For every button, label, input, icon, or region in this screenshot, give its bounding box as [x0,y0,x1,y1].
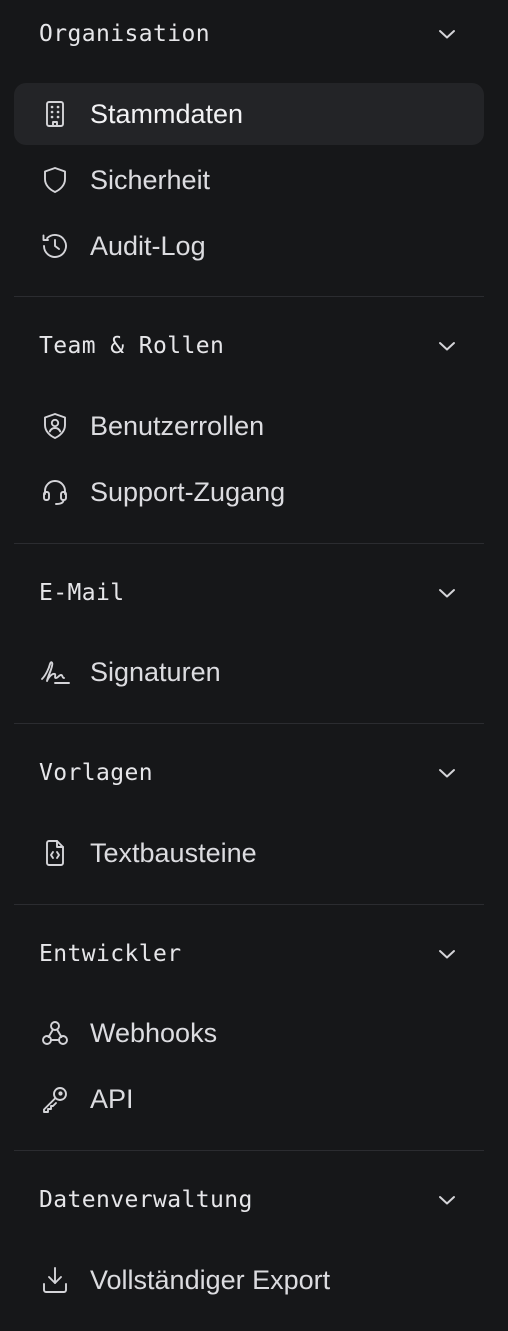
sidebar-item-label: Sicherheit [90,165,211,195]
sidebar-item-audit-log[interactable]: Audit-Log [14,215,484,277]
divider [14,296,484,297]
section-header-organisation[interactable]: Organisation [14,12,484,56]
sidebar-item-vollstaendiger-export[interactable]: Vollständiger Export [14,1249,484,1311]
chevron-down-icon [438,765,456,781]
webhook-icon [39,1017,71,1049]
sidebar-item-textbausteine[interactable]: Textbausteine [14,822,484,884]
sidebar-item-label: Signaturen [90,657,221,687]
key-icon [39,1083,71,1115]
download-icon [39,1264,71,1296]
section-header-e-mail[interactable]: E-Mail [14,571,484,615]
section-title: Entwickler [39,941,182,967]
sidebar-item-label: Webhooks [90,1018,218,1048]
settings-sidebar: Organisation Stammdaten Sicherheit Audit… [0,0,508,1331]
sidebar-item-label: API [90,1084,134,1114]
chevron-down-icon [438,585,456,601]
chevron-down-icon [438,338,456,354]
sidebar-item-label: Vollständiger Export [90,1265,331,1295]
history-icon [39,230,71,262]
section-title: Team & Rollen [39,333,225,359]
sidebar-item-webhooks[interactable]: Webhooks [14,1002,484,1064]
divider [14,543,484,544]
section-header-team-rollen[interactable]: Team & Rollen [14,324,484,368]
building-icon [39,98,71,130]
chevron-down-icon [438,1192,456,1208]
sidebar-item-support-zugang[interactable]: Support-Zugang [14,461,484,523]
signature-icon [39,656,71,688]
section-header-datenverwaltung[interactable]: Datenverwaltung [14,1178,484,1222]
file-code-icon [39,837,71,869]
sidebar-item-stammdaten[interactable]: Stammdaten [14,83,484,145]
chevron-down-icon [438,26,456,42]
sidebar-item-signaturen[interactable]: Signaturen [14,641,484,703]
divider [14,904,484,905]
shield-icon [39,164,71,196]
divider [14,1150,484,1151]
sidebar-item-sicherheit[interactable]: Sicherheit [14,149,484,211]
chevron-down-icon [438,946,456,962]
sidebar-item-api[interactable]: API [14,1068,484,1130]
sidebar-item-benutzerrollen[interactable]: Benutzerrollen [14,395,484,457]
section-title: Datenverwaltung [39,1187,253,1213]
shield-user-icon [39,410,71,442]
divider [14,723,484,724]
section-title: Vorlagen [39,760,153,786]
section-title: E-Mail [39,580,125,606]
sidebar-item-label: Support-Zugang [90,477,286,507]
sidebar-item-label: Audit-Log [90,231,206,261]
sidebar-item-label: Stammdaten [90,99,244,129]
sidebar-item-label: Textbausteine [90,838,257,868]
headset-icon [39,476,71,508]
section-title: Organisation [39,21,210,47]
sidebar-item-label: Benutzerrollen [90,411,265,441]
section-header-entwickler[interactable]: Entwickler [14,932,484,976]
section-header-vorlagen[interactable]: Vorlagen [14,751,484,795]
